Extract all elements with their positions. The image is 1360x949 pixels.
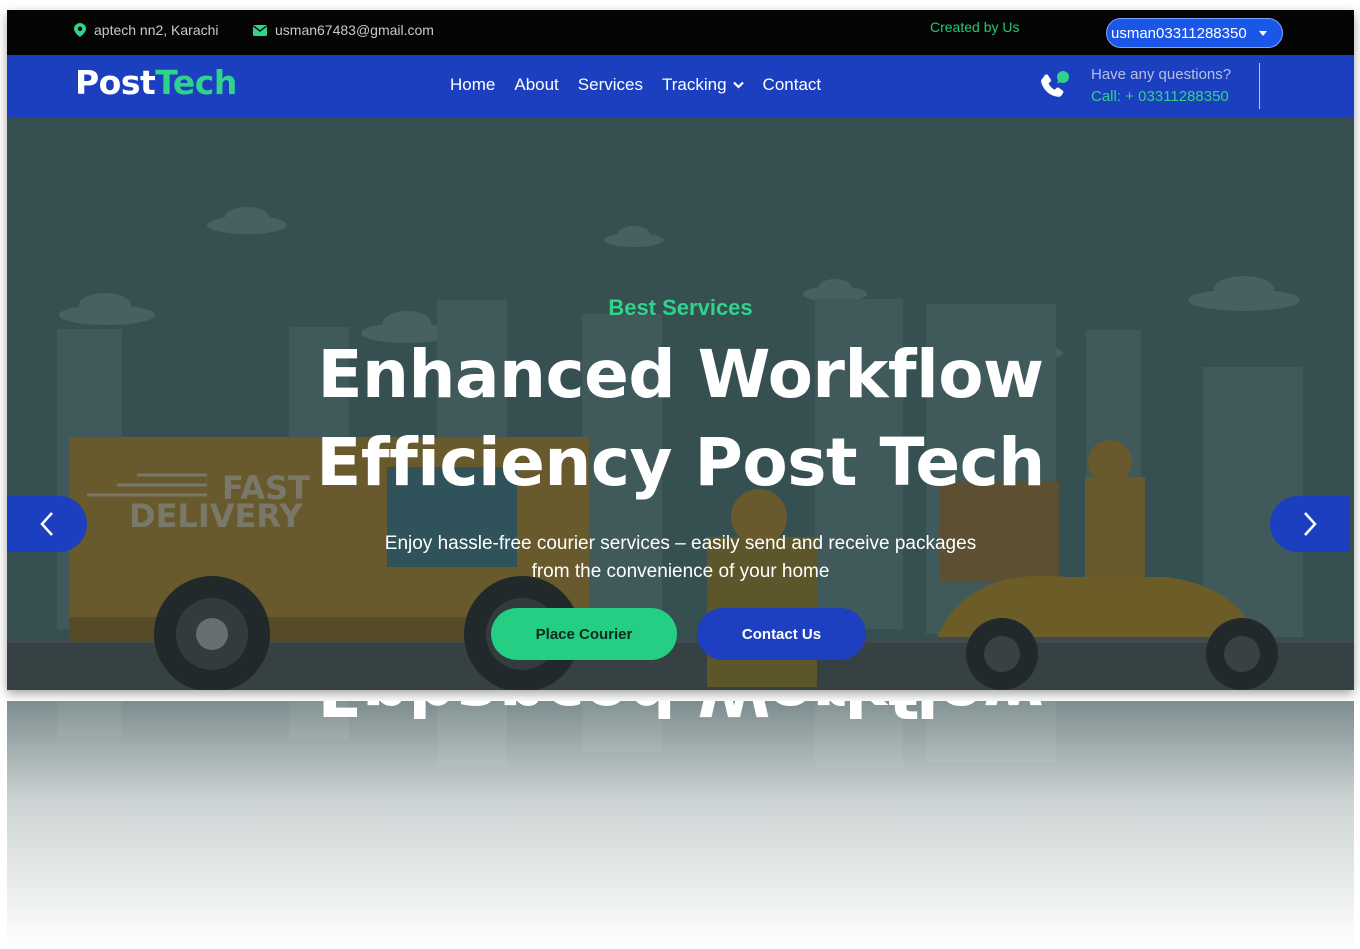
headline-line-2: Efficiency Post Tech <box>316 424 1045 501</box>
headline-line-1: Enhanced Workflow <box>317 336 1044 413</box>
hero-reflection: Enhanced Workflow Efficiency Post Tech E… <box>7 701 1354 949</box>
carousel-next-button[interactable] <box>1270 496 1350 552</box>
desc-line-1: Enjoy hassle-free courier services – eas… <box>384 533 977 554</box>
hero-carousel: FAST DELIVERY Best Services Enhanced Wor… <box>7 117 1354 690</box>
site-logo[interactable]: PostTech <box>75 63 237 102</box>
location-info: aptech nn2, Karachi <box>74 22 219 38</box>
user-name: usman03311288350 <box>1111 24 1247 42</box>
created-by-text: Created by Us <box>930 19 1020 35</box>
questions-text: Have any questions? <box>1091 66 1232 83</box>
nav-contact[interactable]: Contact <box>763 75 822 95</box>
place-courier-button[interactable]: Place Courier <box>491 608 677 660</box>
reflection-fade <box>7 701 1354 949</box>
email-info: usman67483@gmail.com <box>253 22 434 38</box>
hero-headline: Enhanced Workflow Efficiency Post Tech <box>7 331 1354 507</box>
email-text[interactable]: usman67483@gmail.com <box>275 22 434 38</box>
chevron-right-icon <box>1304 512 1317 536</box>
nav-tracking[interactable]: Tracking <box>662 75 744 95</box>
main-navbar: PostTech Home About Services Tracking Co… <box>7 55 1354 117</box>
nav-tracking-label: Tracking <box>661 75 727 94</box>
page-frame: aptech nn2, Karachi usman67483@gmail.com… <box>7 10 1354 690</box>
nav-menu: Home About Services Tracking Contact <box>450 75 840 95</box>
top-bar: aptech nn2, Karachi usman67483@gmail.com… <box>7 10 1354 55</box>
nav-divider <box>1259 63 1260 109</box>
logo-post: Post <box>75 63 156 102</box>
hero-description: Enjoy hassle-free courier services – eas… <box>7 530 1354 586</box>
carousel-prev-button[interactable] <box>7 496 87 552</box>
call-number[interactable]: Call: + 03311288350 <box>1091 88 1229 105</box>
desc-line-2: from the convenience of your home <box>531 561 830 582</box>
nav-home[interactable]: Home <box>450 75 495 95</box>
caret-down-icon <box>1258 30 1267 36</box>
nav-about[interactable]: About <box>514 75 558 95</box>
chevron-down-icon <box>732 81 744 89</box>
hero-subtitle: Best Services <box>608 295 753 320</box>
map-marker-icon <box>74 23 86 37</box>
location-text: aptech nn2, Karachi <box>94 22 219 38</box>
envelope-icon <box>253 24 267 36</box>
user-dropdown-button[interactable]: usman03311288350 <box>1106 18 1283 48</box>
logo-tech: Tech <box>155 63 237 102</box>
phone-chat-icon <box>1041 71 1069 97</box>
contact-us-button[interactable]: Contact Us <box>697 608 866 660</box>
chevron-left-icon <box>40 512 53 536</box>
nav-services[interactable]: Services <box>578 75 643 95</box>
